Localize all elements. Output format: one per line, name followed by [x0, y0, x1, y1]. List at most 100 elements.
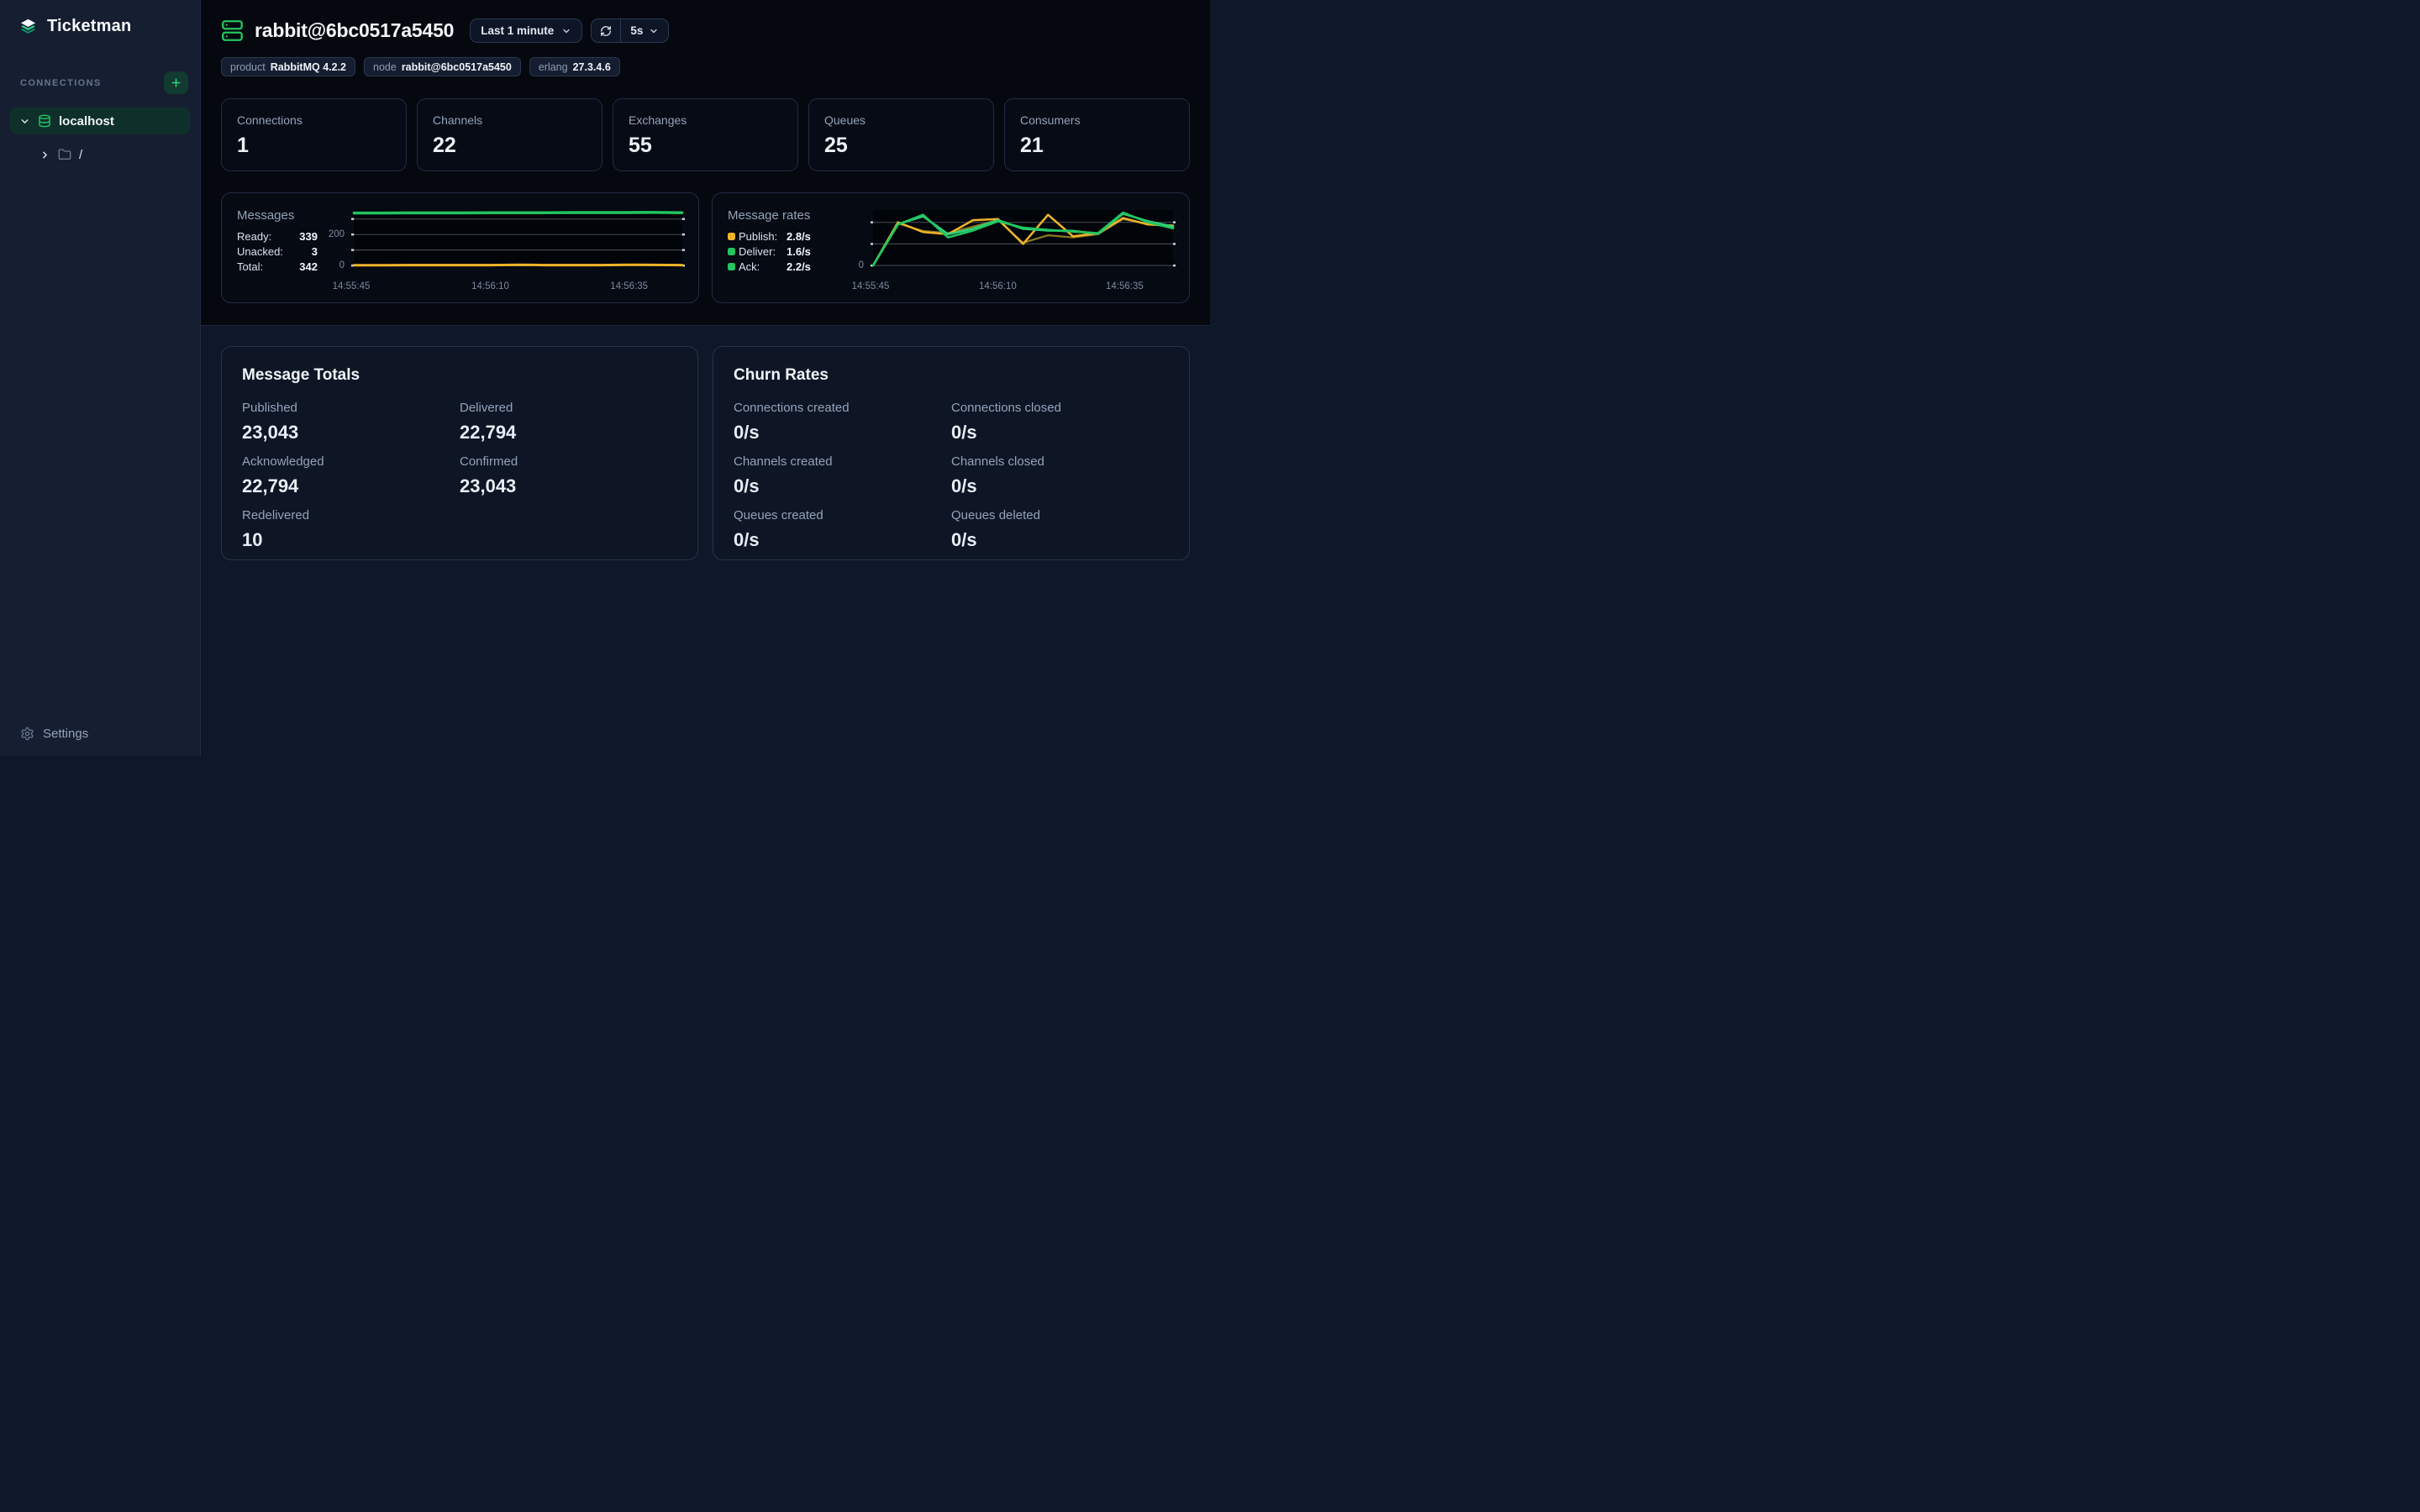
stat-card-consumers: Consumers 21	[1004, 98, 1190, 171]
item-value: 0/s	[734, 422, 951, 444]
x-axis-labels: 14:55:4514:56:1014:56:35	[871, 281, 1176, 294]
server-icon	[221, 19, 244, 42]
node-badge: node rabbit@6bc0517a5450	[364, 57, 521, 76]
item-label: Queues created	[734, 508, 951, 523]
item-value: 23,043	[460, 475, 677, 497]
messages-chart-panel: Messages Ready: 339 Unacked: 3 Total: 34	[221, 192, 699, 303]
message-rates-chart-panel: Message rates Publish: 2.8/s Deliver: 1.…	[712, 192, 1190, 303]
legend-value: 339	[299, 230, 318, 243]
legend-label: Ack:	[739, 260, 786, 273]
x-tick-label: 14:56:10	[471, 281, 509, 291]
refresh-controls: 5s	[591, 18, 669, 43]
legend-label: Total:	[237, 260, 299, 273]
item-value: 22,794	[242, 475, 460, 497]
stat-value: 25	[824, 134, 978, 158]
chevron-down-icon[interactable]	[19, 116, 30, 127]
item-label: Redelivered	[242, 508, 460, 523]
refresh-interval-value: 5s	[630, 24, 643, 37]
badge-label: node	[373, 61, 397, 73]
refresh-interval-select[interactable]: 5s	[621, 19, 668, 42]
legend-value: 342	[299, 260, 318, 273]
panel-title: Churn Rates	[734, 366, 1169, 385]
churn-queues-created: Queues created 0/s	[734, 508, 951, 551]
total-redelivered: Redelivered 10	[242, 508, 460, 551]
stat-label: Connections	[237, 113, 391, 127]
stat-value: 21	[1020, 134, 1174, 158]
meta-badges: product RabbitMQ 4.2.2 node rabbit@6bc05…	[221, 57, 1190, 76]
layers-logo-icon	[18, 18, 38, 36]
overview-section: rabbit@6bc0517a5450 Last 1 minute	[201, 0, 1210, 326]
sidebar-item-localhost[interactable]: localhost	[10, 108, 190, 134]
erlang-badge: erlang 27.3.4.6	[529, 57, 620, 76]
y-tick-label: 0	[859, 260, 864, 270]
item-value: 0/s	[951, 422, 1169, 444]
message-totals-panel: Message Totals Published 23,043 Delivere…	[221, 346, 698, 560]
item-label: Published	[242, 401, 460, 416]
x-tick-label: 14:55:45	[852, 281, 890, 291]
details-section: Message Totals Published 23,043 Delivere…	[201, 326, 1210, 756]
vhost-label: /	[79, 148, 82, 162]
legend-value: 3	[312, 245, 318, 258]
database-icon	[38, 114, 51, 128]
stat-label: Queues	[824, 113, 978, 127]
legend-value: 2.8/s	[786, 230, 840, 243]
stat-label: Consumers	[1020, 113, 1174, 127]
y-tick-label: 200	[329, 229, 345, 239]
badge-label: product	[230, 61, 266, 73]
legend-value: 2.2/s	[786, 260, 840, 273]
ack-bullet-icon	[728, 263, 735, 270]
deliver-bullet-icon	[728, 248, 735, 255]
item-label: Channels created	[734, 454, 951, 470]
badge-value: rabbit@6bc0517a5450	[402, 61, 512, 73]
stat-cards: Connections 1 Channels 22 Exchanges 55 Q…	[221, 98, 1190, 171]
connections-section-label: CONNECTIONS	[20, 78, 102, 88]
sidebar-item-vhost[interactable]: /	[10, 141, 190, 168]
item-value: 0/s	[734, 529, 951, 551]
x-tick-label: 14:55:45	[333, 281, 371, 291]
chevron-right-icon[interactable]	[39, 150, 50, 160]
time-range-value: Last 1 minute	[481, 24, 554, 37]
item-label: Connections created	[734, 401, 951, 416]
sidebar: Ticketman CONNECTIONS localhost	[0, 0, 201, 756]
legend-row: Ack: 2.2/s	[728, 260, 840, 273]
item-value: 22,794	[460, 422, 677, 444]
y-axis-labels: 0	[840, 210, 871, 274]
connections-tree: localhost /	[10, 108, 190, 168]
main-content: rabbit@6bc0517a5450 Last 1 minute	[201, 0, 1210, 756]
chart-title: Message rates	[728, 208, 840, 223]
message-rates-line-chart	[871, 210, 1176, 274]
badge-label: erlang	[539, 61, 568, 73]
refresh-button[interactable]	[592, 19, 620, 42]
churn-queues-deleted: Queues deleted 0/s	[951, 508, 1169, 551]
time-range-select[interactable]: Last 1 minute	[470, 18, 582, 43]
item-label: Acknowledged	[242, 454, 460, 470]
item-value: 23,043	[242, 422, 460, 444]
legend-label: Ready:	[237, 230, 299, 243]
stat-card-exchanges: Exchanges 55	[613, 98, 798, 171]
legend-label: Unacked:	[237, 245, 312, 258]
messages-line-chart	[351, 210, 685, 274]
settings-button[interactable]: Settings	[10, 727, 190, 741]
churn-channels-closed: Channels closed 0/s	[951, 454, 1169, 497]
churn-connections-created: Connections created 0/s	[734, 401, 951, 444]
product-badge: product RabbitMQ 4.2.2	[221, 57, 355, 76]
x-tick-label: 14:56:35	[610, 281, 648, 291]
total-confirmed: Confirmed 23,043	[460, 454, 677, 497]
item-label: Confirmed	[460, 454, 677, 470]
badge-value: 27.3.4.6	[573, 61, 611, 73]
churn-rates-panel: Churn Rates Connections created 0/s Conn…	[713, 346, 1190, 560]
x-axis-labels: 14:55:4514:56:1014:56:35	[351, 281, 685, 294]
panel-title: Message Totals	[242, 366, 677, 385]
add-connection-button[interactable]	[164, 71, 188, 94]
folder-icon	[58, 148, 71, 161]
chevron-down-icon	[561, 26, 571, 36]
total-published: Published 23,043	[242, 401, 460, 444]
total-delivered: Delivered 22,794	[460, 401, 677, 444]
stat-value: 22	[433, 134, 587, 158]
gear-icon	[20, 727, 34, 741]
legend-row: Ready: 339	[237, 230, 318, 243]
item-label: Queues deleted	[951, 508, 1169, 523]
rates-legend: Publish: 2.8/s Deliver: 1.6/s Ack: 2.2/s	[728, 230, 840, 273]
item-label: Channels closed	[951, 454, 1169, 470]
churn-channels-created: Channels created 0/s	[734, 454, 951, 497]
